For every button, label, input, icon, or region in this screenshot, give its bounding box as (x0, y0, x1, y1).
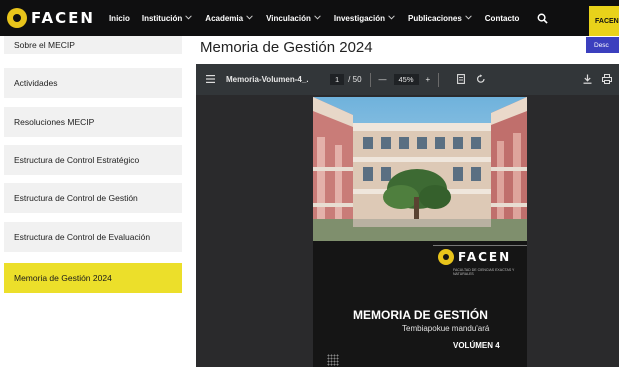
nav-item-label: Investigación (333, 13, 385, 23)
cover-subtitle: Tembiapokue mandu'ará (402, 324, 490, 333)
sidebar-item-5[interactable]: Estructura de Control de Evaluación (4, 222, 182, 252)
pdf-viewer: Memoria-Volumen-4_... 1 / 50 — 45% + FAC… (196, 64, 619, 367)
sidebar-item-3[interactable]: Estructura de Control Estratégico (4, 145, 182, 175)
rotate-icon[interactable] (475, 73, 487, 86)
nav-item-label: Institución (141, 13, 183, 23)
sidebar-item-1[interactable]: Actividades (4, 68, 182, 98)
nav-item-6[interactable]: Contacto (485, 14, 520, 23)
page-title: Memoria de Gestión 2024 (200, 39, 373, 56)
pdf-page-cover: FACEN FACULTAD DE CIENCIAS EXACTAS Y NAT… (313, 97, 527, 367)
toolbar-divider (369, 72, 371, 87)
facen-cta-button[interactable]: FACEN (589, 6, 619, 36)
menu-icon[interactable] (206, 74, 216, 85)
sidebar-item-0[interactable]: Sobre el MECIP (4, 36, 182, 54)
cover-title: MEMORIA DE GESTIÓN (353, 308, 488, 322)
chevron-down-icon (314, 14, 322, 22)
logo-text: FACEN (31, 9, 95, 27)
zoom-out-button[interactable]: — (379, 75, 387, 84)
sidebar-item-2[interactable]: Resoluciones MECIP (4, 107, 182, 137)
print-icon[interactable] (601, 73, 613, 86)
pdf-file-name: Memoria-Volumen-4_... (226, 75, 308, 84)
nav-item-4[interactable]: Investigación (334, 14, 396, 23)
zoom-level-input[interactable]: 45% (393, 74, 419, 85)
nav-menu: Inicio Institución Academia Vinculación Inve… (109, 14, 532, 23)
sidebar-item-4[interactable]: Estructura de Control de Gestión (4, 183, 182, 213)
nav-item-2[interactable]: Academia (205, 14, 254, 23)
sidebar-item-6[interactable]: Memoria de Gestión 2024 (4, 263, 182, 293)
chevron-down-icon (185, 14, 193, 22)
cover-logo-text: FACEN (458, 250, 512, 264)
pdf-toolbar: Memoria-Volumen-4_... 1 / 50 — 45% + (196, 64, 619, 95)
page-total: / 50 (348, 75, 362, 84)
nav-item-label: Academia (205, 13, 244, 23)
nav-item-1[interactable]: Institución (142, 14, 193, 23)
nav-item-label: Contacto (484, 13, 520, 23)
building-photo (313, 97, 527, 241)
toolbar-divider (438, 72, 440, 87)
top-navbar: FACEN Inicio Institución Academia Vinculaci… (0, 0, 619, 36)
cover-divider (433, 245, 527, 246)
nav-item-label: Inicio (108, 13, 130, 23)
nav-item-label: Publicaciones (407, 13, 462, 23)
page-indicator: 1 / 50 (330, 74, 362, 85)
download-button[interactable]: Desc (586, 37, 619, 53)
nav-item-3[interactable]: Vinculación (266, 14, 322, 23)
chevron-down-icon (246, 14, 254, 22)
nav-item-5[interactable]: Publicaciones (408, 14, 473, 23)
download-icon[interactable] (581, 74, 593, 86)
zoom-in-button[interactable]: + (426, 75, 431, 84)
nav-item-label: Vinculación (266, 13, 311, 23)
search-icon[interactable] (535, 11, 549, 25)
chevron-down-icon (388, 14, 396, 22)
nav-item-0[interactable]: Inicio (109, 14, 130, 23)
cover-logo: FACEN (438, 249, 511, 265)
page-number-input[interactable]: 1 (330, 74, 345, 85)
toolbar-right-actions (573, 73, 613, 86)
logo-mark-icon (7, 8, 27, 28)
cover-volume: VOLÚMEN 4 (453, 341, 500, 350)
fit-page-icon[interactable] (455, 73, 467, 86)
facen-logo[interactable]: FACEN (7, 8, 95, 28)
chevron-down-icon (465, 14, 473, 22)
cover-tagline: FACULTAD DE CIENCIAS EXACTAS Y NATURALES (453, 268, 515, 276)
dot-pattern-decoration (327, 354, 339, 366)
zoom-controls: — 45% + (379, 74, 431, 85)
cover-logo-mark-icon (438, 249, 454, 265)
